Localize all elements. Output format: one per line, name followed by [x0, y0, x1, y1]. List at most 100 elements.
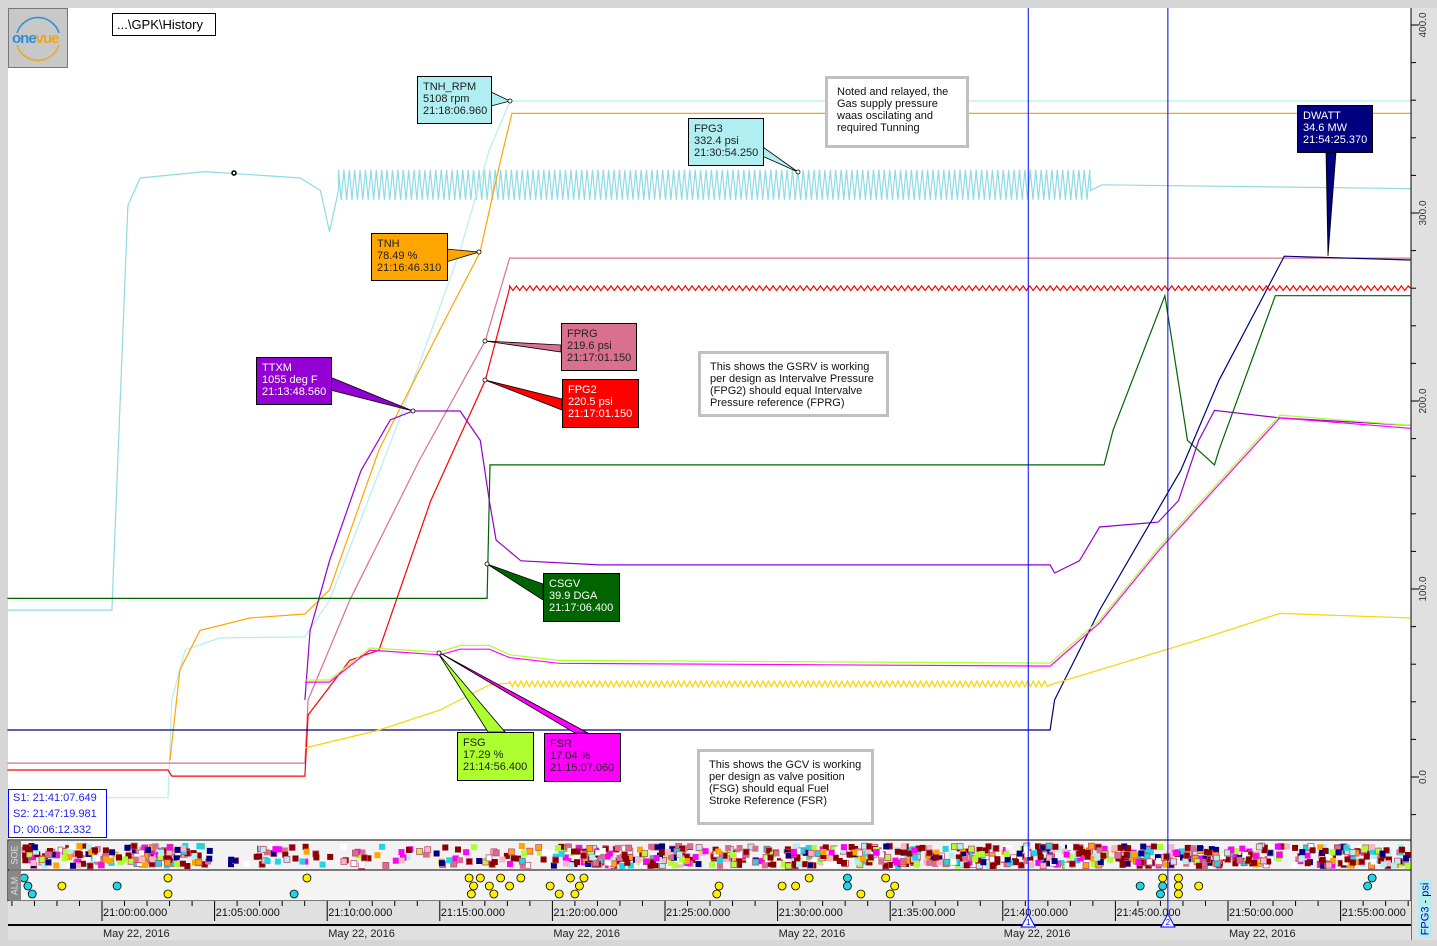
soe-event — [893, 859, 900, 866]
soe-event — [379, 843, 386, 850]
note-line: waas oscilating and — [837, 110, 934, 122]
soe-event — [830, 861, 837, 868]
soe-event — [1036, 848, 1043, 855]
soe-event — [138, 856, 145, 863]
soe-event — [510, 855, 517, 862]
annotation-tnh[interactable]: TNH 78.49 % 21:16:46.310 — [371, 233, 448, 281]
soe-event — [1084, 850, 1091, 856]
annotation-dwatt[interactable]: DWATT 34.6 MW 21:54:25.370 — [1297, 105, 1373, 153]
soe-event — [790, 848, 797, 855]
soe-event — [264, 858, 271, 864]
alarm-marker — [843, 881, 852, 891]
soe-event — [102, 847, 109, 854]
soe-event — [433, 850, 440, 857]
soe-label-text: SOE — [9, 845, 20, 865]
soe-event — [25, 846, 31, 853]
soe-event — [1255, 843, 1263, 851]
soe-event — [1260, 857, 1267, 865]
soe-label: SOE — [8, 841, 21, 869]
annotation-time: 21:15:07.060 — [550, 762, 615, 774]
annotation-ttxm[interactable]: TTXM 1055 deg F 21:13:48.560 — [256, 357, 332, 405]
soe-event — [647, 862, 654, 869]
note-gsrv[interactable]: This shows the GSRV is working per desig… — [698, 351, 889, 417]
soe-event — [926, 860, 933, 866]
history-path: ...\GPK\History — [112, 13, 216, 36]
soe-event — [912, 854, 919, 861]
soe-event — [605, 859, 612, 866]
soe-event — [256, 853, 262, 860]
soe-event — [382, 862, 390, 869]
y-axis-title-text: FPG3 - psi — [1419, 882, 1432, 936]
soe-event — [350, 860, 358, 867]
alarm-marker — [505, 881, 515, 891]
annotation-fsg[interactable]: FSG 17.29 % 21:14:56.400 — [457, 732, 534, 781]
annotation-fpg3[interactable]: FPG3 332.4 psi 21:30:54.250 — [688, 118, 764, 166]
soe-event — [571, 848, 577, 855]
date-label: May 22, 2016 — [779, 928, 846, 940]
alarm-marker — [23, 881, 33, 891]
soe-event — [589, 854, 596, 861]
soe-event — [658, 849, 665, 856]
soe-event — [535, 844, 543, 851]
cursor-s2: S2: 21:47:19.981 — [13, 808, 97, 820]
soe-event — [1195, 862, 1202, 869]
soe-event — [899, 858, 907, 865]
soe-event — [592, 859, 600, 867]
soe-event — [1024, 851, 1031, 857]
soe-event — [1045, 842, 1053, 850]
soe-event — [74, 850, 81, 857]
soe-event — [715, 848, 722, 855]
annotation-fsr[interactable]: FSR 17.04 % 21:15:07.060 — [544, 733, 621, 782]
y-tick-label: 400.0 — [1418, 12, 1429, 37]
date-label: May 22, 2016 — [1229, 928, 1296, 940]
soe-event — [834, 846, 841, 853]
annotation-fprg[interactable]: FPRG 219.6 psi 21:17:01.150 — [561, 323, 637, 371]
soe-event — [438, 860, 445, 867]
soe-event — [340, 844, 347, 850]
x-tick-label: 21:00:00.000 — [103, 907, 167, 919]
soe-event — [767, 854, 774, 861]
soe-event — [695, 844, 703, 851]
soe-event — [351, 849, 359, 857]
x-tick-label: 21:55:00.000 — [1342, 907, 1406, 919]
soe-event — [492, 849, 500, 857]
alarm-marker — [469, 881, 478, 891]
soe-event — [1051, 858, 1058, 865]
note-line: per design as valve position — [709, 771, 845, 783]
soe-event — [1067, 844, 1073, 851]
soe-event — [555, 845, 561, 852]
soe-event — [97, 861, 105, 869]
soe-event — [1003, 851, 1010, 858]
date-label: May 22, 2016 — [328, 928, 395, 940]
note-gas-supply[interactable]: Noted and relayed, the Gas supply pressu… — [825, 76, 969, 148]
soe-event — [38, 856, 46, 864]
soe-event — [807, 861, 814, 869]
soe-event — [313, 854, 320, 861]
soe-event — [1239, 845, 1246, 852]
soe-event — [303, 848, 310, 855]
soe-event — [1130, 851, 1137, 857]
y-tick-label: 200.0 — [1418, 388, 1429, 413]
alarm-marker — [496, 873, 506, 883]
soe-event — [989, 863, 996, 869]
soe-event — [884, 854, 892, 861]
soe-event — [846, 851, 853, 858]
annotation-time: 21:17:06.400 — [549, 602, 614, 614]
soe-event — [1069, 860, 1076, 868]
soe-event — [360, 854, 368, 862]
annotation-value: 220.5 psi — [568, 396, 613, 408]
soe-event — [1325, 861, 1333, 869]
soe-event — [166, 843, 174, 851]
note-line: This shows the GSRV is working — [710, 361, 870, 373]
soe-event — [796, 861, 803, 868]
soe-event — [424, 846, 432, 854]
soe-event — [1252, 852, 1260, 860]
annotation-csgv[interactable]: CSGV 39.9 DGA 21:17:06.400 — [543, 573, 620, 622]
soe-event — [1299, 849, 1306, 856]
annotation-tag: TNH — [377, 238, 400, 250]
soe-event — [1304, 860, 1311, 867]
note-gcv[interactable]: This shows the GCV is working per design… — [697, 749, 874, 825]
soe-event — [455, 846, 461, 853]
annotation-tnh-rpm[interactable]: TNH_RPM 5108 rpm 21:18:06.960 — [417, 76, 492, 124]
annotation-fpg2[interactable]: FPG2 220.5 psi 21:17:01.150 — [562, 379, 639, 428]
